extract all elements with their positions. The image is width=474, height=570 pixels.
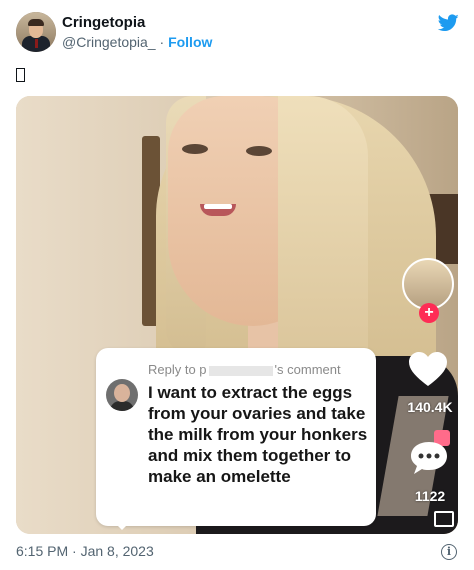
tweet-media-image[interactable]: + 140.4K 1122 Reply to p 's comment I wan… bbox=[16, 96, 458, 534]
comments-count: 1122 bbox=[414, 488, 446, 504]
avatar-hair bbox=[28, 19, 44, 26]
image-icon[interactable] bbox=[434, 511, 454, 527]
commenter-avatar bbox=[106, 379, 138, 411]
plus-icon[interactable]: + bbox=[419, 303, 439, 323]
likes-count: 140.4K bbox=[407, 399, 453, 415]
commenter-avatar-body bbox=[110, 401, 134, 411]
tweet-card: Cringetopia @Cringetopia_ · Follow + 140… bbox=[0, 0, 474, 570]
person-right-eye bbox=[246, 146, 272, 156]
tweet-timestamp[interactable]: 6:15 PM · Jan 8, 2023 bbox=[16, 543, 154, 559]
redacted-username bbox=[208, 365, 273, 376]
separator-dot: · bbox=[159, 34, 165, 50]
author-avatar[interactable] bbox=[16, 12, 56, 52]
comment-text: I want to extract the eggs from your ova… bbox=[148, 383, 368, 486]
heart-icon[interactable] bbox=[408, 351, 448, 387]
author-handle-row: @Cringetopia_ · Follow bbox=[62, 34, 212, 50]
person-teeth bbox=[204, 204, 232, 209]
twitter-bird-icon[interactable] bbox=[438, 14, 459, 32]
follow-button[interactable]: Follow bbox=[168, 34, 212, 50]
info-icon[interactable]: i bbox=[441, 544, 457, 560]
avatar-tie bbox=[35, 39, 38, 48]
author-name[interactable]: Cringetopia bbox=[62, 14, 145, 31]
reply-header-suffix: 's comment bbox=[274, 362, 341, 377]
comment-bubble-icon[interactable] bbox=[410, 441, 448, 475]
reply-header-prefix: Reply to p bbox=[148, 362, 207, 377]
reply-header: Reply to p 's comment bbox=[148, 362, 341, 377]
missing-glyph-icon bbox=[16, 68, 25, 82]
commenter-avatar-face bbox=[114, 384, 130, 402]
author-handle[interactable]: @Cringetopia_ bbox=[62, 34, 156, 50]
person-left-eye bbox=[182, 144, 208, 154]
reply-card-tail bbox=[112, 520, 132, 530]
